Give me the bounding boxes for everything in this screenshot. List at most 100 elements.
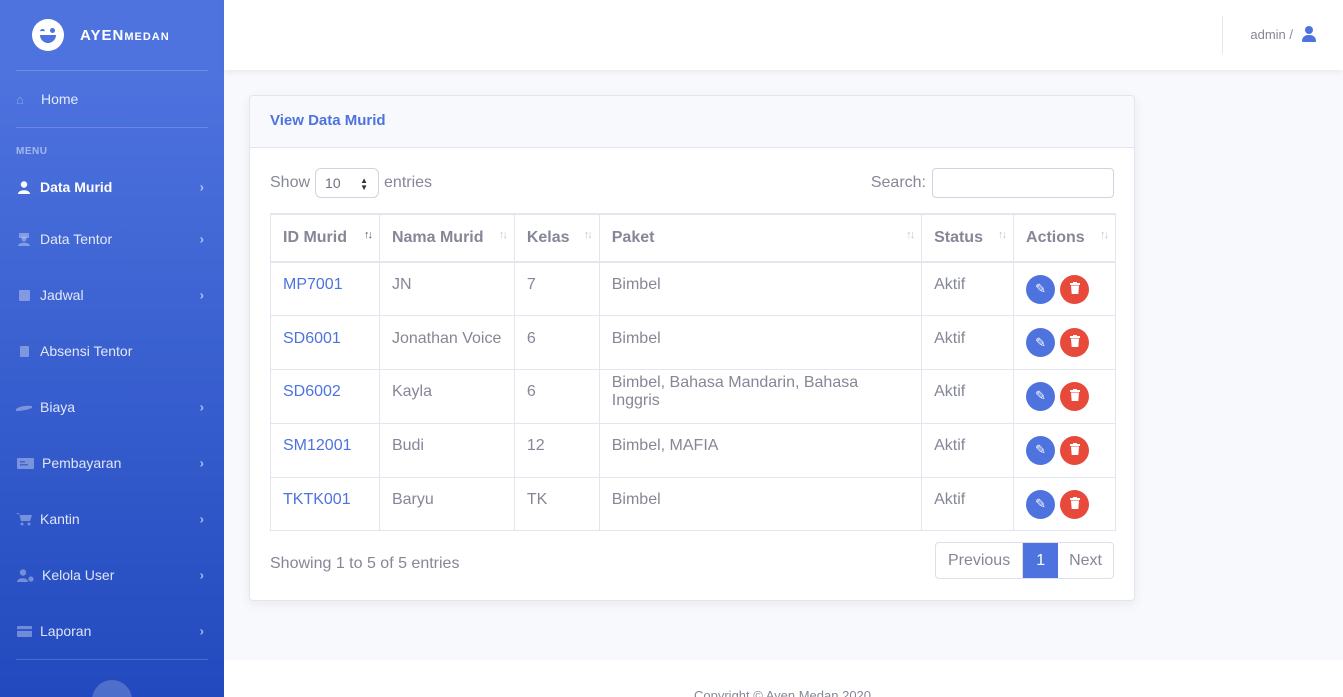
column-header-nama-murid[interactable]: Nama Murid ↑↓ — [378, 213, 515, 263]
table-info: Showing 1 to 5 of 5 entries — [270, 555, 460, 572]
sidebar-item-home[interactable]: ⌂ Home — [0, 71, 224, 127]
pencil-icon: ✎ — [1035, 388, 1046, 404]
sidebar-item-biaya[interactable]: Biaya › — [0, 379, 224, 435]
sidebar-item-label: Pembayaran — [42, 455, 122, 471]
cell-id-murid[interactable]: MP7001 — [270, 261, 380, 317]
data-murid-table: ID Murid ↑↓ Nama Murid ↑↓ Kelas ↑↓ Paket ↑↓ … — [270, 213, 1116, 532]
pagination-previous[interactable]: Previous — [936, 543, 1024, 578]
trash-icon — [1069, 335, 1080, 350]
sidebar-item-data-murid[interactable]: Data Murid › — [0, 163, 224, 211]
sidebar-item-jadwal[interactable]: Jadwal › — [0, 267, 224, 323]
edit-button[interactable]: ✎ — [1026, 435, 1056, 465]
cell-paket: Bimbel, Bahasa Mandarin, Bahasa Inggris — [598, 369, 923, 424]
sidebar-item-data-tentor[interactable]: Data Tentor › — [0, 211, 224, 267]
topbar-divider — [1222, 16, 1223, 54]
column-header-kelas[interactable]: Kelas ↑↓ — [513, 213, 600, 263]
delete-button[interactable] — [1060, 489, 1090, 519]
entries-select[interactable]: 10 ▲ ▼ — [315, 168, 380, 198]
pagination-page-1[interactable]: 1 — [1023, 543, 1059, 578]
user-icon — [16, 180, 32, 194]
search-input[interactable] — [932, 168, 1114, 198]
delete-button[interactable] — [1060, 435, 1090, 465]
topbar: admin / — [224, 0, 1343, 70]
pencil-icon: ✎ — [1035, 496, 1046, 512]
cell-actions: ✎ — [1013, 261, 1116, 317]
chevron-right-icon: › — [199, 179, 204, 195]
sidebar-item-label: Jadwal — [40, 287, 84, 303]
chevron-right-icon: › — [199, 567, 204, 583]
cell-nama-murid: Baryu — [378, 476, 515, 532]
cell-id-murid[interactable]: SM12001 — [270, 422, 380, 478]
cell-status: Aktif — [921, 315, 1015, 371]
cell-kelas: TK — [513, 476, 600, 532]
chevron-right-icon: › — [199, 455, 204, 471]
table-row: SD6001 Jonathan Voice 6 Bimbel Aktif ✎ — [270, 315, 1116, 371]
cell-nama-murid: JN — [378, 261, 515, 317]
pencil-icon: ✎ — [1035, 442, 1046, 458]
column-header-actions[interactable]: Actions ↑↓ — [1013, 213, 1116, 263]
sidebar-toggle-button[interactable] — [92, 680, 132, 697]
sort-icon: ↑↓ — [1100, 229, 1109, 241]
column-header-id-murid[interactable]: ID Murid ↑↓ — [270, 213, 380, 263]
cell-kelas: 7 — [513, 261, 600, 317]
sidebar-item-kantin[interactable]: Kantin › — [0, 491, 224, 547]
sort-icon: ↑↓ — [498, 229, 508, 241]
cell-actions: ✎ — [1013, 369, 1116, 424]
sidebar: AYENMEDAN ⌂ Home MENU Data Murid › Data … — [0, 0, 224, 697]
edit-button[interactable]: ✎ — [1026, 274, 1056, 304]
cell-status: Aktif — [921, 261, 1015, 317]
chevron-right-icon: › — [199, 399, 204, 415]
users-cog-icon — [16, 568, 34, 582]
pagination-next[interactable]: Next — [1058, 543, 1113, 578]
report-card-icon — [16, 624, 32, 638]
delete-button[interactable] — [1060, 381, 1090, 411]
hand-money-icon — [16, 400, 32, 414]
cell-actions: ✎ — [1013, 422, 1116, 478]
brand[interactable]: AYENMEDAN — [0, 0, 224, 70]
chevron-right-icon: › — [199, 511, 204, 527]
sort-icon: ↑↓ — [363, 229, 373, 241]
user-dropdown[interactable]: admin / — [1250, 26, 1317, 42]
cell-status: Aktif — [921, 369, 1015, 424]
cell-nama-murid: Kayla — [378, 369, 515, 424]
cell-kelas: 6 — [513, 369, 600, 424]
column-header-status[interactable]: Status ↑↓ — [921, 213, 1015, 263]
table-row: SM12001 Budi 12 Bimbel, MAFIA Aktif ✎ — [270, 422, 1116, 478]
table-row: MP7001 JN 7 Bimbel Aktif ✎ — [270, 261, 1116, 317]
edit-button[interactable]: ✎ — [1026, 489, 1056, 519]
trash-icon — [1069, 442, 1080, 458]
table-row: TKTK001 Baryu TK Bimbel Aktif ✎ — [270, 476, 1116, 532]
sidebar-item-label: Kantin — [40, 511, 80, 527]
card-title: View Data Murid — [250, 96, 1134, 148]
sidebar-item-label: Home — [41, 91, 79, 107]
home-icon: ⌂ — [16, 91, 24, 107]
cell-id-murid[interactable]: SD6001 — [270, 315, 380, 371]
sidebar-heading: MENU — [16, 146, 48, 157]
edit-button[interactable]: ✎ — [1026, 328, 1056, 358]
cell-actions: ✎ — [1013, 476, 1116, 532]
cell-id-murid[interactable]: SD6002 — [270, 369, 380, 424]
cell-paket: Bimbel — [598, 476, 923, 532]
sidebar-item-laporan[interactable]: Laporan › — [0, 603, 224, 659]
sidebar-item-label: Data Murid — [40, 179, 113, 195]
delete-button[interactable] — [1060, 328, 1090, 358]
chevron-right-icon: › — [199, 231, 204, 247]
copyright-text: Copyright © Ayen Medan 2020 — [694, 688, 872, 697]
trash-icon — [1069, 496, 1080, 512]
laugh-wink-icon — [32, 19, 64, 51]
table-row: SD6002 Kayla 6 Bimbel, Bahasa Mandarin, … — [270, 369, 1116, 424]
clipboard-icon — [16, 344, 32, 358]
delete-button[interactable] — [1060, 274, 1090, 304]
edit-button[interactable]: ✎ — [1026, 381, 1056, 411]
footer: Copyright © Ayen Medan 2020 — [224, 660, 1343, 697]
cell-nama-murid: Jonathan Voice — [378, 315, 515, 371]
cell-id-murid[interactable]: TKTK001 — [270, 476, 380, 532]
data-murid-card: View Data Murid Show 10 ▲ ▼ entries Searc… — [249, 95, 1135, 601]
sidebar-item-pembayaran[interactable]: Pembayaran › — [0, 435, 224, 491]
entries-select-value: 10 — [325, 175, 341, 191]
cell-kelas: 12 — [513, 422, 600, 478]
column-header-paket[interactable]: Paket ↑↓ — [598, 213, 923, 263]
sidebar-item-kelola-user[interactable]: Kelola User › — [0, 547, 224, 603]
sort-icon: ↑↓ — [906, 229, 915, 241]
sidebar-item-absensi-tentor[interactable]: Absensi Tentor — [0, 323, 224, 379]
